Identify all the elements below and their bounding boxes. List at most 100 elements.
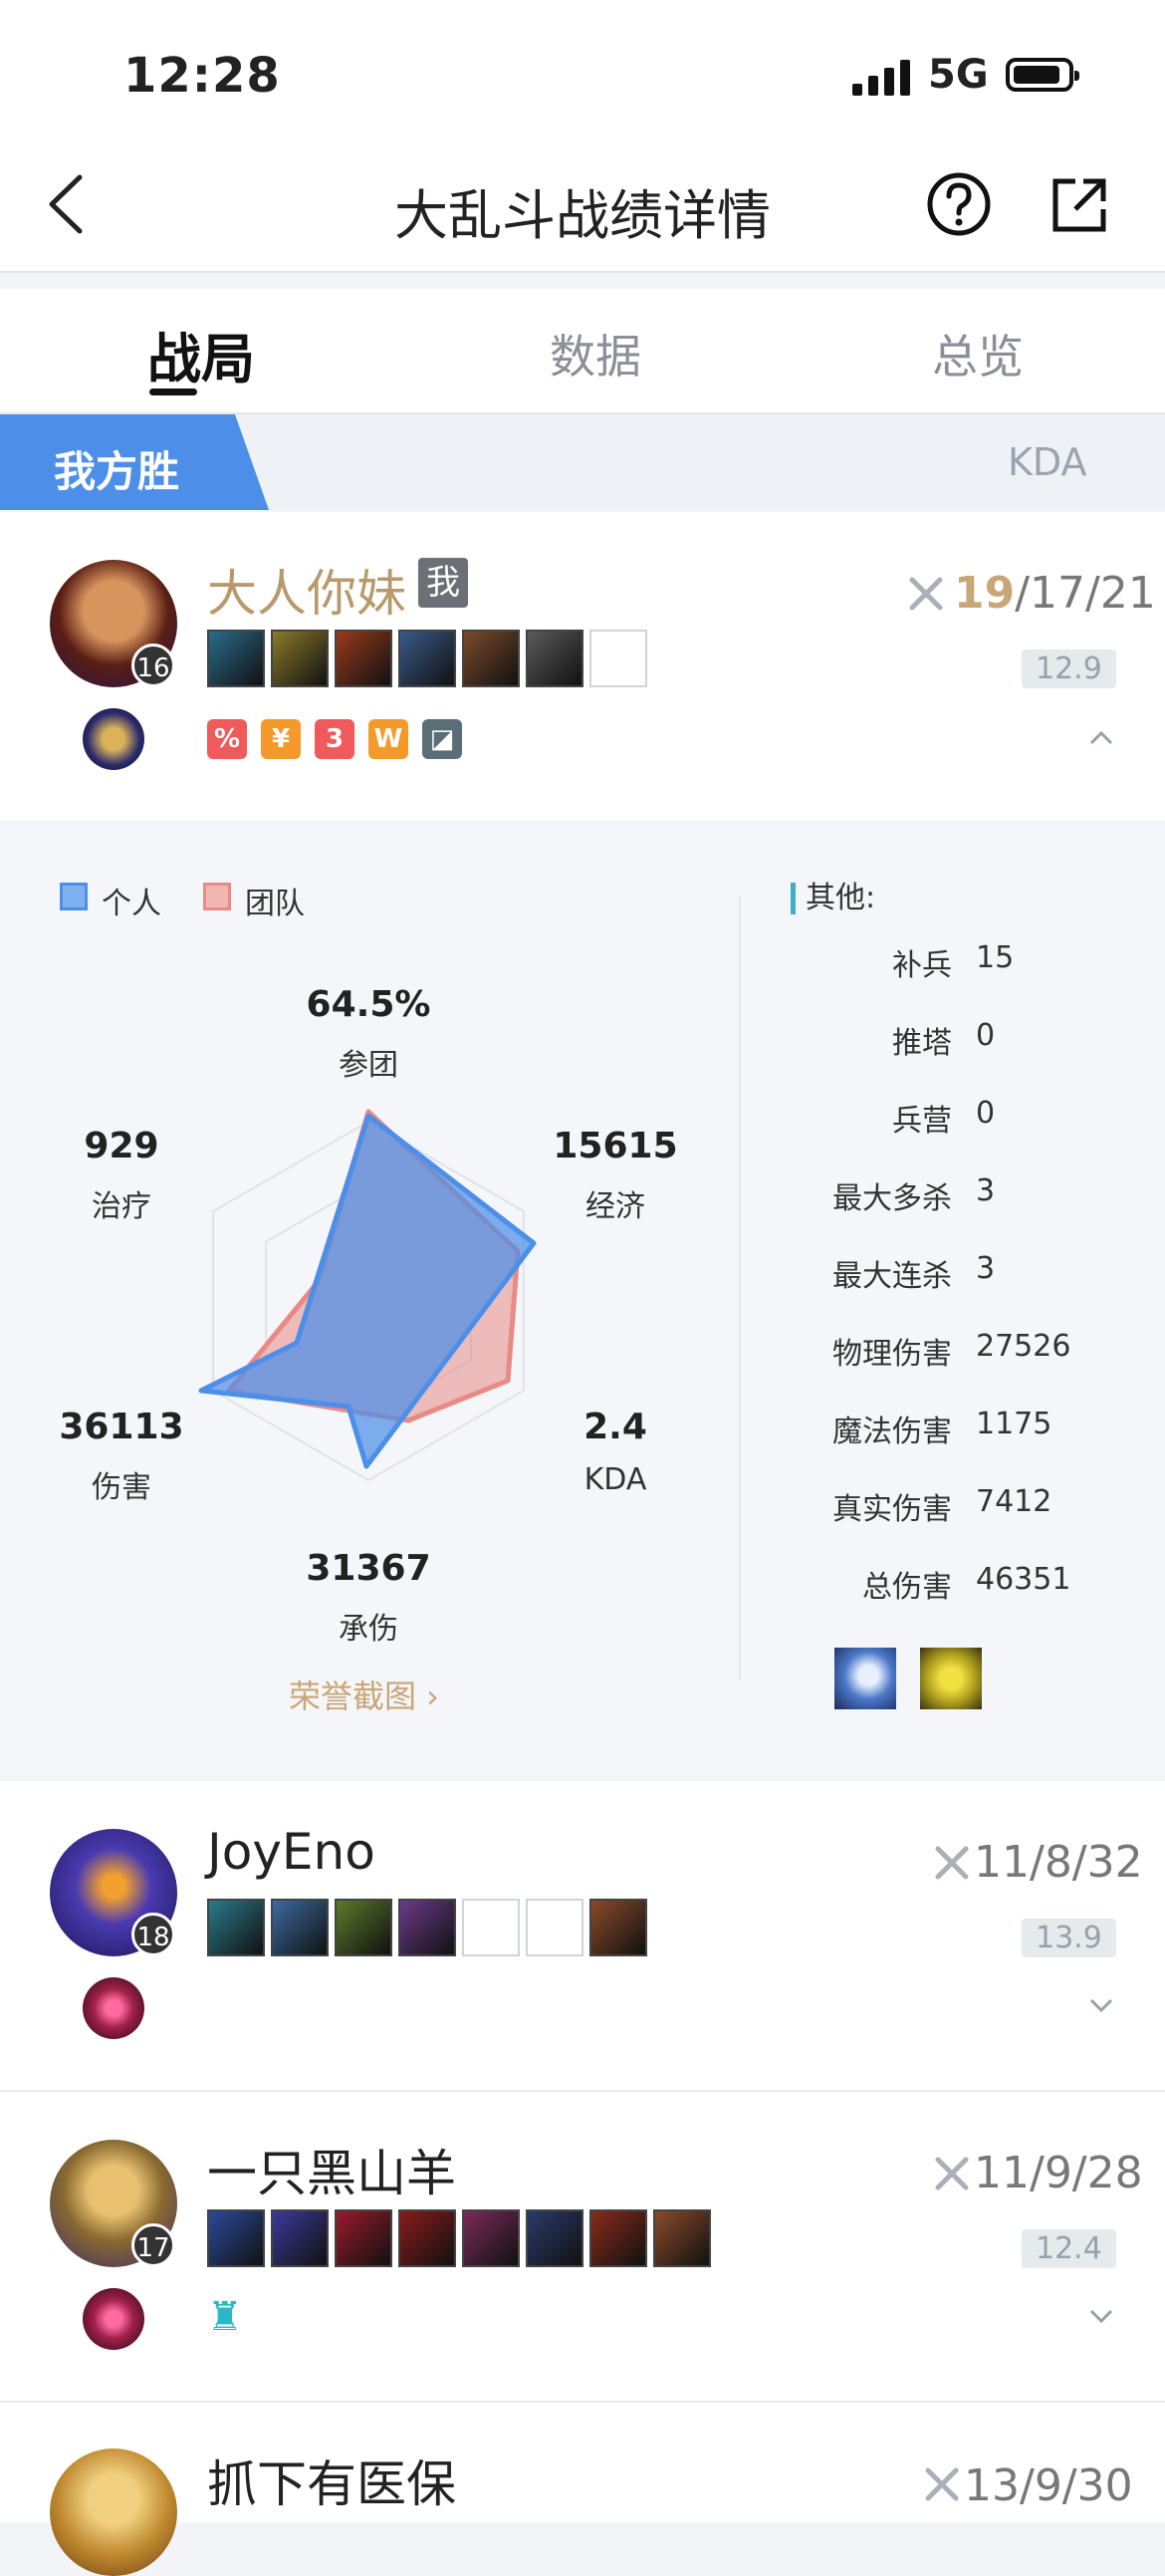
item-icon (589, 1899, 647, 1956)
chevron-up-icon[interactable] (1089, 729, 1113, 745)
other-stat-label: 物理伤害 (832, 1337, 952, 1372)
item-icon (271, 2209, 329, 2267)
other-stat-value: 1175 (976, 1407, 1052, 1441)
stat-value-tanked: 31367 (306, 1548, 431, 1589)
chevron-down-icon[interactable] (1089, 2309, 1113, 2325)
item-icon (462, 2209, 520, 2267)
other-stat-label: 总伤害 (862, 1570, 952, 1605)
status-time: 12:28 (123, 48, 281, 104)
share-icon[interactable] (1048, 173, 1111, 237)
player-rating: 12.4 (1022, 2229, 1116, 2268)
summoner-spell-icon (83, 1977, 144, 2039)
stat-label-kda: KDA (583, 1462, 647, 1497)
empty-item-slot (526, 1899, 583, 1956)
other-heading: 其他: (791, 883, 875, 914)
summoner-spell-icon (83, 2288, 144, 2350)
tab-overview[interactable]: 总览 (932, 321, 1024, 386)
other-stat-value: 15 (976, 940, 1015, 975)
summoner-spell-icon (83, 708, 144, 770)
battery-icon (1006, 58, 1079, 92)
stat-value-participation: 64.5% (306, 984, 431, 1025)
stat-value-kda: 2.4 (583, 1407, 647, 1447)
me-badge: 我 (418, 558, 468, 608)
item-icon (526, 630, 583, 687)
other-stat-label: 最大多杀 (832, 1181, 952, 1216)
item-icon (462, 630, 520, 687)
legend-team-swatch (203, 883, 231, 910)
chevron-down-icon[interactable] (1089, 1998, 1113, 2014)
tag-icon: % (207, 719, 247, 759)
hero-level: 17 (131, 2223, 175, 2267)
player-rating: 12.9 (1022, 649, 1116, 688)
achievement-tags: % ¥ 3 W ◪ (207, 719, 462, 759)
honor-screenshot-link[interactable]: 荣誉截图 › (289, 1672, 439, 1717)
radar-chart (198, 1109, 537, 1482)
result-label: 我方胜 (54, 447, 180, 496)
legend-personal-swatch (60, 883, 88, 910)
back-icon[interactable] (40, 171, 100, 237)
player-name: 抓下有医保 (207, 2455, 456, 2513)
other-stat-value: 7412 (976, 1484, 1052, 1519)
network-type: 5G (928, 52, 989, 98)
other-stat-label: 最大连杀 (832, 1259, 952, 1294)
swords-icon (935, 2157, 969, 2190)
item-icon (335, 2209, 392, 2267)
player-score: 11/8/32 (974, 1837, 1143, 1888)
hero-level: 16 (131, 644, 175, 687)
other-stat-value: 3 (976, 1251, 996, 1286)
player-rating: 13.9 (1022, 1919, 1116, 1957)
tag-icon: 3 (315, 719, 354, 759)
item-icon (335, 1899, 392, 1956)
player-score: 13/9/30 (964, 2460, 1133, 2511)
kda-column-label: KDA (1008, 440, 1087, 484)
stat-value-damage: 36113 (59, 1407, 184, 1447)
player-name: 一只黑山羊 (207, 2145, 456, 2202)
other-stat-label: 兵营 (892, 1104, 952, 1139)
tower-tag-icon: ♜ (207, 2294, 243, 2340)
item-icon (398, 1899, 456, 1956)
stat-value-healing: 929 (84, 1126, 159, 1166)
rune-icon (834, 1648, 896, 1709)
player-score: 19/17/21 (954, 568, 1156, 619)
kills: 19 (954, 568, 1016, 619)
item-icon (207, 2209, 265, 2267)
item-icon (271, 1899, 329, 1956)
help-icon[interactable] (926, 171, 992, 237)
swords-icon (909, 577, 943, 611)
tag-icon: ¥ (261, 719, 301, 759)
item-row (207, 630, 647, 687)
player-name: JoyEno (207, 1823, 375, 1881)
item-icon (398, 630, 456, 687)
stat-label-healing: 治疗 (92, 1189, 151, 1224)
stat-label-economy: 经济 (585, 1189, 645, 1224)
tag-icon: W (368, 719, 408, 759)
hero-avatar (50, 2448, 177, 2576)
swords-icon (925, 2467, 959, 2501)
tab-data[interactable]: 数据 (550, 321, 641, 386)
stat-label-tanked: 承伤 (339, 1612, 398, 1647)
panel-divider (739, 897, 741, 1679)
item-icon (653, 2209, 711, 2267)
other-stat-label: 补兵 (892, 948, 952, 983)
legend-team: 团队 (245, 887, 305, 921)
item-icon (207, 1899, 265, 1956)
item-icon (207, 630, 265, 687)
tab-battle[interactable]: 战局 (147, 315, 255, 393)
player-name: 大人你妹 (207, 565, 406, 623)
hero-level: 18 (131, 1913, 175, 1956)
item-icon (589, 2209, 647, 2267)
other-stat-value: 46351 (976, 1562, 1071, 1597)
other-stat-label: 魔法伤害 (832, 1415, 952, 1449)
empty-item-slot (462, 1899, 520, 1956)
tab-active-indicator (149, 388, 197, 395)
item-row (207, 2209, 711, 2267)
tag-icon: ◪ (422, 719, 462, 759)
swords-icon (935, 1846, 969, 1880)
stat-label-damage: 伤害 (92, 1470, 151, 1505)
item-row (207, 1899, 647, 1956)
other-stat-value: 0 (976, 1096, 996, 1131)
other-stat-label: 推塔 (892, 1026, 952, 1061)
item-icon (398, 2209, 456, 2267)
score-rest: /17/21 (1015, 568, 1156, 619)
other-stat-label: 真实伤害 (832, 1492, 952, 1527)
